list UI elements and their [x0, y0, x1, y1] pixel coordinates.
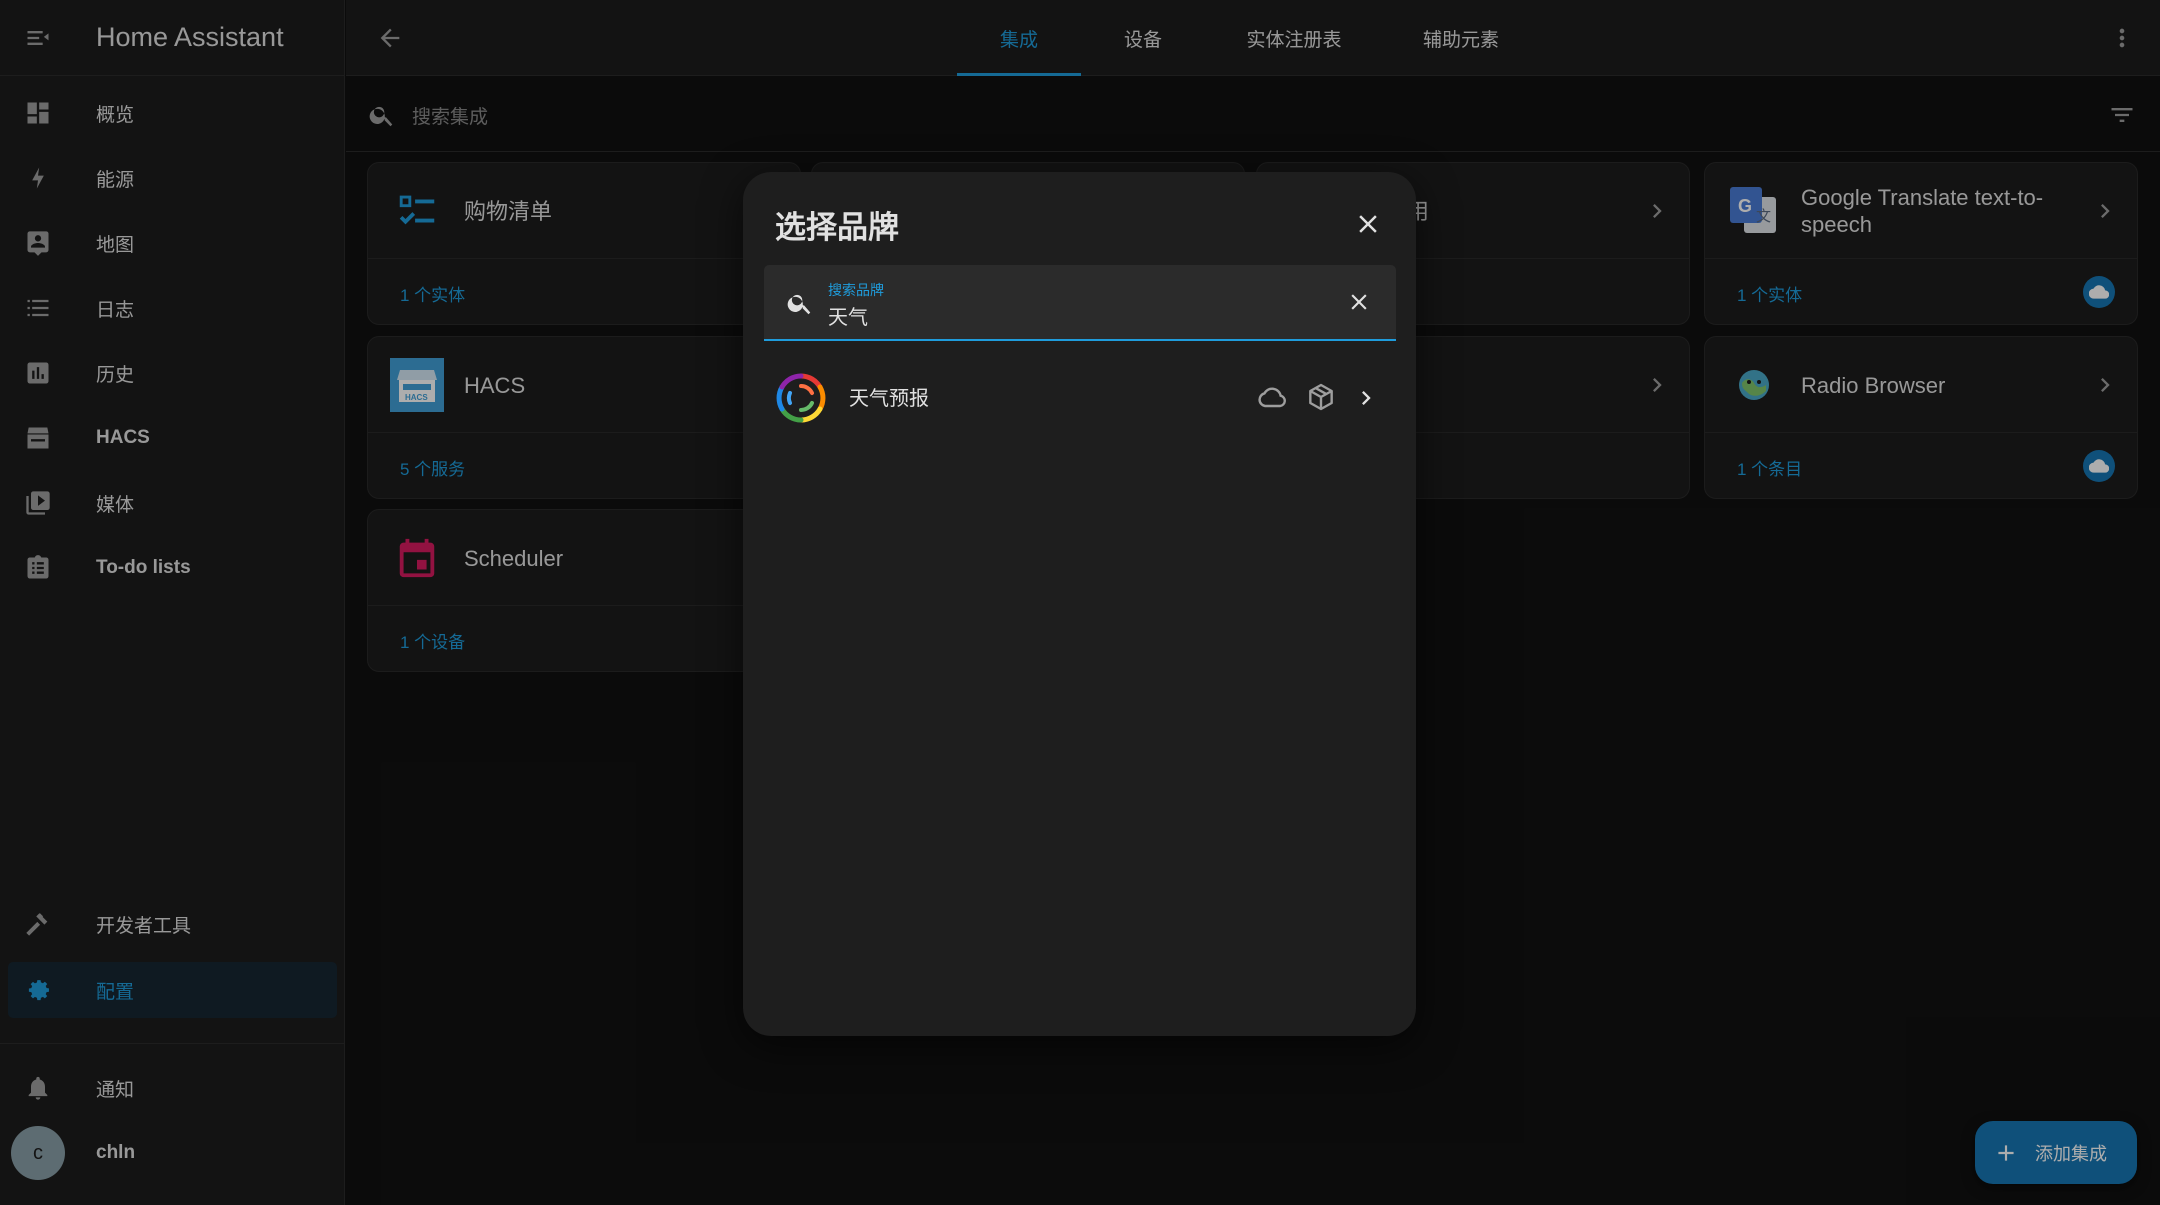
brand-search-input[interactable]: 搜索品牌 天气 — [764, 265, 1396, 341]
package-variant-icon — [1305, 381, 1337, 413]
search-icon — [786, 289, 814, 317]
search-field-label: 搜索品牌 — [828, 282, 884, 298]
brand-result-item[interactable]: 天气预报 — [743, 368, 1416, 428]
clear-icon[interactable] — [1346, 289, 1372, 315]
weather-forecast-logo — [773, 370, 829, 426]
close-icon[interactable] — [1346, 202, 1390, 246]
chevron-right-icon — [1352, 384, 1380, 412]
search-field-value[interactable]: 天气 — [828, 301, 868, 330]
select-brand-dialog: 选择品牌 搜索品牌 天气 天气预报 — [743, 172, 1416, 1036]
cloud-outline-icon — [1256, 382, 1288, 414]
brand-result-name: 天气预报 — [849, 388, 929, 410]
dialog-title: 选择品牌 — [775, 210, 899, 245]
